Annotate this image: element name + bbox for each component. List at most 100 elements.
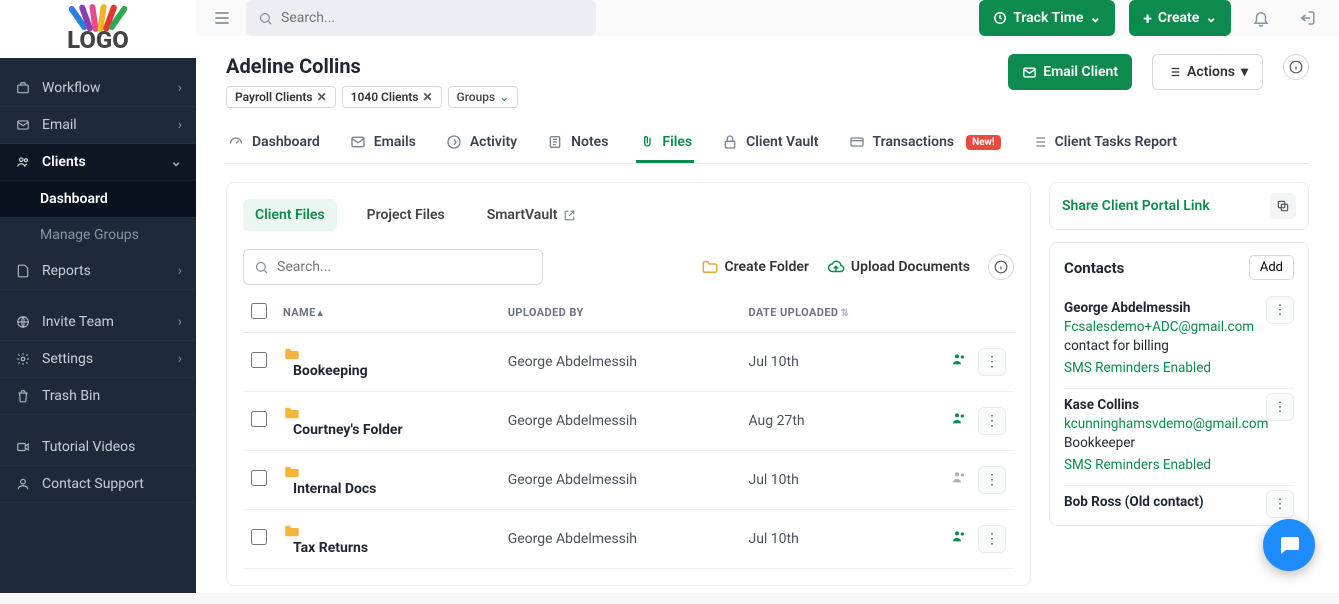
actions-button[interactable]: Actions ▾ [1152, 54, 1263, 90]
files-search[interactable] [243, 249, 543, 285]
copy-icon[interactable] [1270, 193, 1296, 219]
create-button[interactable]: + Create ⌄ [1129, 0, 1231, 36]
mail-icon [14, 118, 32, 132]
sidebar-subitem-manage-groups[interactable]: Manage Groups [0, 217, 196, 253]
tab-label: Client Vault [746, 134, 818, 150]
row-menu-button[interactable]: ⋮ [978, 525, 1006, 553]
users-icon [14, 155, 32, 169]
email-client-button[interactable]: Email Client [1008, 54, 1132, 90]
share-portal-link-text[interactable]: Share Client Portal Link [1062, 198, 1210, 214]
menu-toggle-icon[interactable] [212, 8, 232, 28]
caret-down-icon: ▾ [1241, 64, 1248, 80]
page-header: Adeline Collins Payroll Clients ✕ 1040 C… [226, 54, 1309, 108]
row-menu-button[interactable]: ⋮ [978, 466, 1006, 494]
tab-dashboard[interactable]: Dashboard [226, 124, 322, 163]
search-input[interactable] [281, 10, 584, 26]
date-uploaded: Jul 10th [740, 510, 934, 569]
row-menu-button[interactable]: ⋮ [978, 348, 1006, 376]
remove-icon[interactable]: ✕ [317, 90, 327, 104]
groups-dropdown[interactable]: Groups ⌄ [448, 86, 519, 108]
topbar: Track Time ⌄ + Create ⌄ [196, 0, 1339, 36]
sidebar-item-settings[interactable]: Settings › [0, 341, 196, 378]
table-row[interactable]: Internal Docs George Abdelmessih Jul 10t… [243, 451, 1014, 510]
tab-activity[interactable]: Activity [444, 124, 519, 163]
contact-role: contact for billing [1064, 338, 1294, 354]
row-menu-button[interactable]: ⋮ [978, 407, 1006, 435]
share-portal-link: Share Client Portal Link [1049, 182, 1309, 230]
subtab-label: Client Files [255, 207, 325, 223]
subtab-client-files[interactable]: Client Files [243, 199, 337, 231]
tab-label: Files [662, 134, 692, 150]
sidebar-item-contact-support[interactable]: Contact Support [0, 466, 196, 503]
row-checkbox[interactable] [251, 529, 267, 545]
chevron-down-icon: ⌄ [170, 154, 182, 170]
tab-label: Emails [374, 134, 416, 150]
sidebar-item-workflow[interactable]: Workflow › [0, 70, 196, 107]
upload-documents-label: Upload Documents [851, 259, 970, 275]
subtabs: Client Files Project Files SmartVault [243, 199, 1014, 231]
shared-icon[interactable] [948, 348, 970, 370]
contact-menu-button[interactable]: ⋮ [1266, 393, 1294, 421]
sidebar-item-reports[interactable]: Reports › [0, 253, 196, 290]
sidebar-item-clients[interactable]: Clients ⌄ [0, 144, 196, 181]
add-contact-button[interactable]: Add [1249, 255, 1294, 280]
page-info-icon[interactable] [1283, 54, 1309, 80]
tab-transactions[interactable]: Transactions New! [847, 124, 1003, 163]
files-toolbar: Create Folder Upload Documents [243, 249, 1014, 285]
global-search[interactable] [246, 0, 596, 36]
tabs: Dashboard Emails Activity Notes Files Cl… [226, 124, 1309, 164]
subtab-project-files[interactable]: Project Files [355, 199, 457, 231]
remove-icon[interactable]: ✕ [422, 90, 432, 104]
table-row[interactable]: Bookeeping George Abdelmessih Jul 10th ⋮ [243, 333, 1014, 392]
sidebar-item-tutorial-videos[interactable]: Tutorial Videos [0, 429, 196, 466]
tab-files[interactable]: Files [636, 124, 694, 163]
contact-menu-button[interactable]: ⋮ [1266, 490, 1294, 518]
track-time-button[interactable]: Track Time ⌄ [979, 0, 1115, 36]
table-row[interactable]: Courtney's Folder George Abdelmessih Aug… [243, 392, 1014, 451]
tab-client-vault[interactable]: Client Vault [720, 124, 820, 163]
plus-icon: + [1143, 9, 1152, 28]
upload-documents-button[interactable]: Upload Documents [827, 258, 970, 276]
chip-1040-clients[interactable]: 1040 Clients ✕ [342, 86, 442, 108]
row-checkbox[interactable] [251, 352, 267, 368]
shared-icon[interactable] [948, 407, 970, 429]
list-icon [1167, 65, 1181, 79]
shared-icon[interactable] [948, 525, 970, 547]
files-panel: Client Files Project Files SmartVault [226, 182, 1031, 586]
select-all-checkbox[interactable] [251, 303, 267, 319]
contact-email[interactable]: Fcsalesdemo+ADC@gmail.com [1064, 319, 1294, 335]
create-folder-label: Create Folder [725, 259, 809, 275]
tab-emails[interactable]: Emails [348, 124, 418, 163]
sort-asc-icon: ▴ [318, 308, 323, 319]
subtab-smartvault[interactable]: SmartVault [475, 199, 589, 231]
date-uploaded: Jul 10th [740, 333, 934, 392]
sidebar-item-label: Settings [42, 351, 93, 367]
files-search-input[interactable] [277, 259, 532, 275]
column-uploaded-by[interactable]: UPLOADED BY [500, 293, 741, 333]
column-name[interactable]: NAME▴ [275, 293, 500, 333]
file-name: Courtney's Folder [293, 422, 403, 438]
contact-name: Kase Collins [1064, 397, 1294, 413]
contact-menu-button[interactable]: ⋮ [1266, 296, 1294, 324]
files-info-icon[interactable] [988, 254, 1014, 280]
row-checkbox[interactable] [251, 470, 267, 486]
row-checkbox[interactable] [251, 411, 267, 427]
chat-fab[interactable] [1263, 519, 1315, 571]
external-link-icon [563, 209, 576, 222]
table-row[interactable]: Tax Returns George Abdelmessih Jul 10th … [243, 510, 1014, 569]
shared-icon[interactable] [948, 466, 970, 488]
sidebar-item-email[interactable]: Email › [0, 107, 196, 144]
tab-notes[interactable]: Notes [545, 124, 610, 163]
chip-row: Payroll Clients ✕ 1040 Clients ✕ Groups … [226, 86, 988, 108]
logout-icon[interactable] [1291, 2, 1323, 34]
create-folder-button[interactable]: Create Folder [701, 258, 809, 276]
tab-client-tasks-report[interactable]: Client Tasks Report [1029, 124, 1179, 163]
contact-email[interactable]: kcunninghamsvdemo@gmail.com [1064, 416, 1294, 432]
sidebar-item-trash-bin[interactable]: Trash Bin [0, 378, 196, 415]
notifications-icon[interactable] [1245, 2, 1277, 34]
column-date-uploaded[interactable]: DATE UPLOADED⇅ [740, 293, 934, 333]
sidebar: LOGO Workflow › Email › Clients ⌄ Dashbo… [0, 0, 196, 593]
sidebar-item-invite-team[interactable]: Invite Team › [0, 304, 196, 341]
sidebar-subitem-dashboard[interactable]: Dashboard [0, 181, 196, 217]
chip-payroll-clients[interactable]: Payroll Clients ✕ [226, 86, 336, 108]
